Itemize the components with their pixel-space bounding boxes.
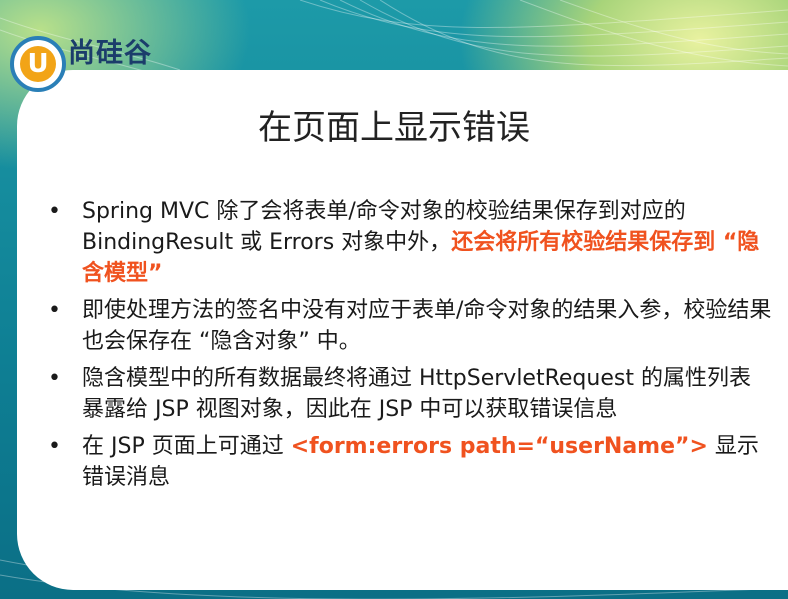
bullet-list: • Spring MVC 除了会将表单/命令对象的校验结果保存到对应的 Bind… [48, 196, 772, 499]
bullet-item: • Spring MVC 除了会将表单/命令对象的校验结果保存到对应的 Bind… [48, 196, 772, 289]
bullet-item: • 即使处理方法的签名中没有对应于表单/命令对象的结果入参，校验结果也会保存在 … [48, 295, 772, 357]
brand-logo: U 尚硅谷 www.atguigu.com [10, 36, 210, 94]
bullet-text: 即使处理方法的签名中没有对应于表单/命令对象的结果入参，校验结果也会保存在 “隐… [82, 298, 772, 354]
bullet-dot: • [48, 199, 61, 224]
logo-letter: U [27, 49, 49, 79]
bullet-dot: • [48, 298, 61, 323]
bullet-item: • 隐含模型中的所有数据最终将通过 HttpServletRequest 的属性… [48, 363, 772, 425]
slide-title: 在页面上显示错误 [258, 108, 530, 148]
bullet-highlight-code: <form:errors path=“userName”> [290, 434, 708, 459]
bullet-dot: • [48, 434, 61, 459]
bullet-text: 隐含模型中的所有数据最终将通过 HttpServletRequest 的属性列表… [82, 366, 751, 422]
logo-name: 尚硅谷 [68, 38, 152, 69]
bullet-item: • 在 JSP 页面上可通过 <form:errors path=“userNa… [48, 431, 772, 493]
logo-url: www.atguigu.com [72, 72, 195, 86]
bullet-text: 在 JSP 页面上可通过 [82, 434, 291, 459]
logo-mark: U [10, 36, 66, 92]
bullet-dot: • [48, 366, 61, 391]
